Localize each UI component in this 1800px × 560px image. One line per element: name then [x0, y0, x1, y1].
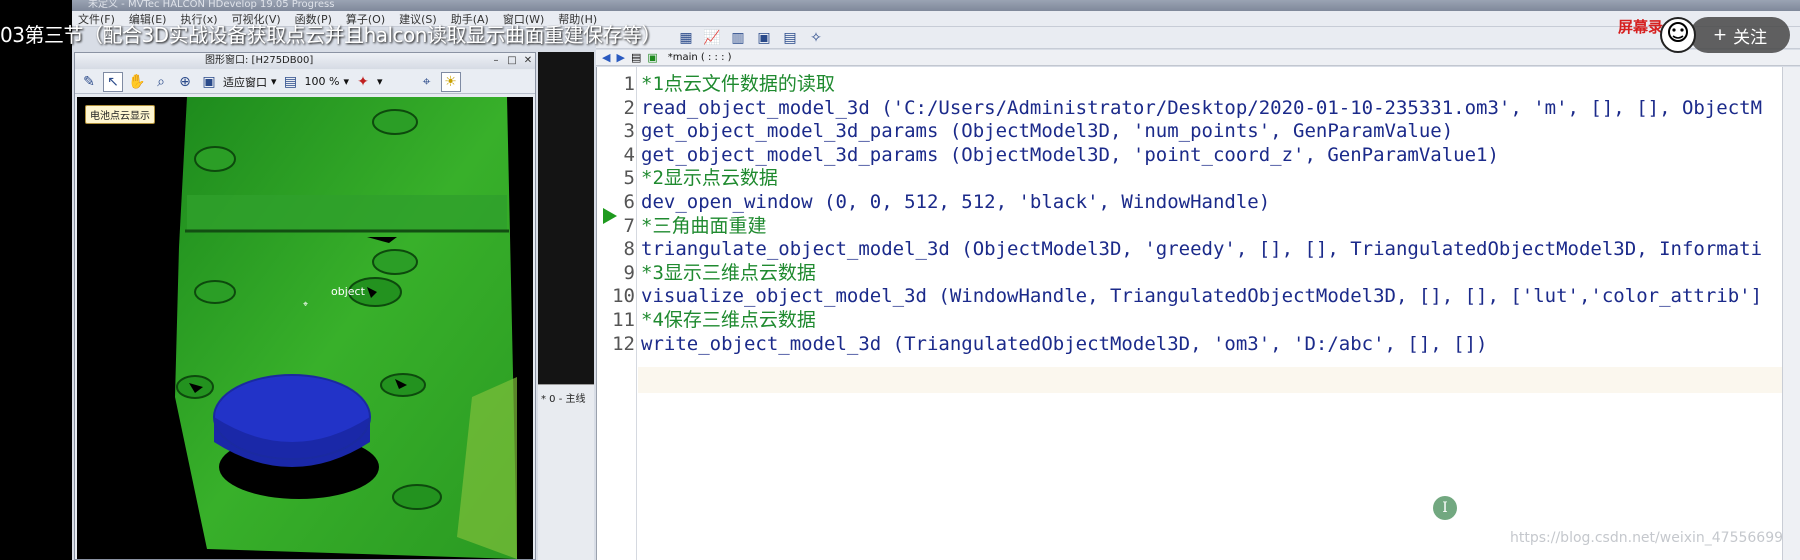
- editor-scrollbar[interactable]: [1782, 67, 1800, 560]
- follow-button[interactable]: + 关注: [1690, 17, 1790, 53]
- code-line[interactable]: get_object_model_3d_params (ObjectModel3…: [641, 142, 1499, 168]
- avatar[interactable]: [1660, 17, 1696, 53]
- line-number: 10: [612, 285, 635, 308]
- procedure-icon[interactable]: ▤: [631, 51, 641, 64]
- plus-icon: +: [1712, 25, 1728, 45]
- tab-main[interactable]: *main ( : : : ): [664, 52, 732, 63]
- close-icon[interactable]: ✕: [521, 55, 535, 67]
- video-title: 03第三节（配合3D实战设备获取点云并且halcon读取显示曲面重建保存等）: [0, 23, 661, 47]
- bulb-icon[interactable]: ☀: [440, 71, 461, 92]
- pointer-icon[interactable]: ↖: [103, 71, 123, 92]
- fit-window-icon[interactable]: ▣: [199, 72, 219, 92]
- editor-tabbar: ◀ ▶ ▤ ▣ *main ( : : : ): [596, 50, 1800, 66]
- inspect-icon[interactable]: ⌖: [417, 72, 437, 92]
- variable-watch-icon[interactable]: ▦: [676, 28, 696, 48]
- back-arrow-icon[interactable]: ◀: [602, 51, 610, 64]
- graphics-window-title: 图形窗口: [H275DB00]: [75, 53, 535, 69]
- graphics-window: 图形窗口: [H275DB00] – □ ✕ ✎ ↖ ✋ ⌕ ⊕ ▣ 适应窗口 …: [74, 52, 536, 560]
- brand-label: 屏幕录: [1618, 18, 1664, 36]
- line-number: 5: [623, 167, 635, 190]
- follow-label: 关注: [1733, 27, 1768, 48]
- code-line[interactable]: triangulate_object_model_3d (ObjectModel…: [641, 236, 1762, 262]
- code-line[interactable]: visualize_object_model_3d (WindowHandle,…: [641, 283, 1762, 309]
- current-line-highlight: [638, 367, 1783, 393]
- code-line[interactable]: get_object_model_3d_params (ObjectModel3…: [641, 118, 1453, 144]
- object-label: object: [331, 285, 365, 298]
- line-chart-icon[interactable]: 📈: [702, 28, 722, 48]
- code-line[interactable]: write_object_model_3d (TriangulatedObjec…: [641, 331, 1487, 357]
- fit-window-select[interactable]: 适应窗口: [223, 74, 267, 90]
- code-line[interactable]: dev_open_window (0, 0, 512, 512, 'black'…: [641, 189, 1270, 215]
- forward-arrow-icon[interactable]: ▶: [616, 51, 624, 64]
- line-number: 12: [612, 332, 635, 355]
- hand-icon[interactable]: ✋: [127, 72, 147, 92]
- zoom-icon[interactable]: ⊕: [175, 72, 195, 92]
- comment-line[interactable]: *三角曲面重建: [641, 213, 766, 239]
- histogram-icon[interactable]: ▤: [780, 28, 800, 48]
- comment-line[interactable]: *1点云文件数据的读取: [641, 71, 835, 97]
- code-line[interactable]: read_object_model_3d ('C:/Users/Administ…: [641, 95, 1762, 121]
- line-number: 7: [623, 214, 635, 237]
- image-caption: 电池点云显示: [85, 105, 155, 124]
- thread-label: * 0 - 主线: [541, 394, 586, 405]
- window-title: 未定义 - MVTec HALCON HDevelop 19.05 Progre…: [72, 0, 1800, 11]
- graphics-toolbar: ✎ ↖ ✋ ⌕ ⊕ ▣ 适应窗口 ▾ ▤ 100 % ▾ ✦ ▾ ⌖ ☀: [75, 70, 535, 94]
- grid-icon[interactable]: ▣: [754, 28, 774, 48]
- text-cursor-icon: I: [1433, 496, 1457, 520]
- assistant-icon[interactable]: ✧: [806, 28, 826, 48]
- point-cloud-canvas[interactable]: ⌖ 电池点云显示 object: [77, 97, 533, 559]
- line-number: 2: [623, 96, 635, 119]
- chevron-down-icon[interactable]: ▾: [377, 75, 383, 88]
- color-picker-icon[interactable]: ✦: [353, 72, 373, 92]
- avatar-face-icon: [1668, 22, 1688, 42]
- line-number: 3: [623, 120, 635, 143]
- chevron-down-icon[interactable]: ▾: [271, 75, 277, 88]
- tab-main-icon: ▣: [647, 51, 658, 64]
- point-cloud-render: ⌖: [175, 97, 517, 559]
- zoom-level-icon[interactable]: ▤: [281, 72, 301, 92]
- line-number: 1: [623, 73, 635, 95]
- thread-panel: [538, 384, 594, 560]
- comment-line[interactable]: *3显示三维点云数据: [641, 260, 816, 286]
- line-number: 4: [623, 143, 635, 166]
- svg-text:⌖: ⌖: [303, 300, 308, 310]
- line-number: 6: [623, 191, 635, 213]
- line-number: 9: [623, 261, 635, 284]
- maximize-icon[interactable]: □: [505, 55, 519, 67]
- comment-line[interactable]: *4保存三维点云数据: [641, 307, 816, 333]
- comment-line[interactable]: *2显示点云数据: [641, 165, 778, 191]
- bar-chart-icon[interactable]: ▥: [728, 28, 748, 48]
- magnifier-icon[interactable]: ⌕: [151, 72, 171, 92]
- line-number: 8: [623, 238, 635, 261]
- line-number: 11: [612, 309, 635, 331]
- program-editor[interactable]: 1 *1点云文件数据的读取 2 read_object_model_3d ('C:/U…: [596, 67, 1783, 560]
- chevron-down-icon[interactable]: ▾: [343, 75, 349, 88]
- watermark: https://blog.csdn.net/weixin_47556699: [1510, 530, 1784, 546]
- edit-icon[interactable]: ✎: [79, 72, 99, 92]
- zoom-select[interactable]: 100 %: [305, 75, 340, 88]
- minimize-icon[interactable]: –: [489, 55, 503, 67]
